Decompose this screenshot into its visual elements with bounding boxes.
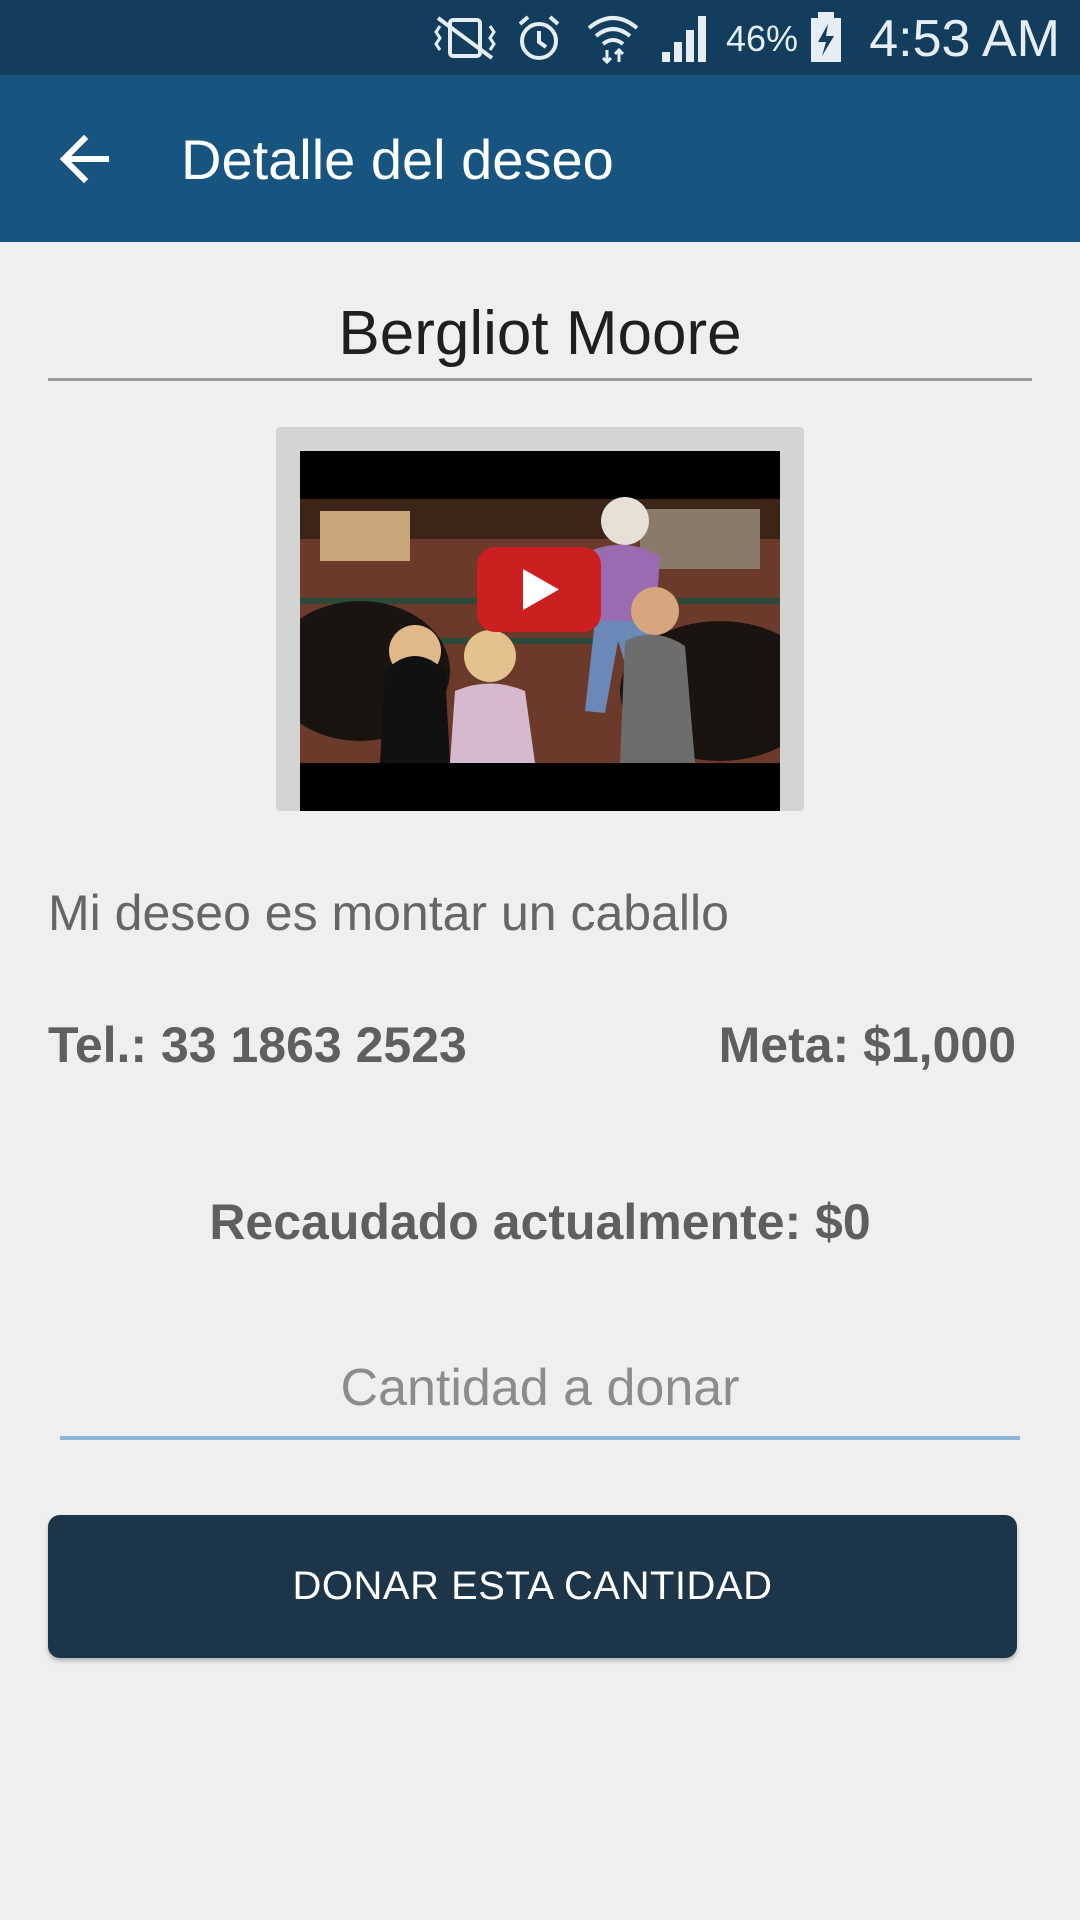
status-bar: 46% 4:53 AM <box>0 0 1080 75</box>
battery-charging-icon <box>811 12 841 62</box>
status-clock: 4:53 AM <box>869 10 1060 68</box>
vibrate-mute-icon <box>434 16 496 60</box>
alarm-icon <box>518 15 560 60</box>
wish-description: Mi deseo es montar un caballo <box>48 885 729 941</box>
signal-icon <box>662 16 706 62</box>
wifi-icon <box>587 16 639 64</box>
wisher-name: Bergliot Moore <box>338 299 742 368</box>
back-button[interactable] <box>44 119 124 199</box>
page-title: Detalle del deseo <box>181 128 614 191</box>
name-divider <box>48 378 1032 381</box>
raised-amount: Recaudado actualmente: $0 <box>209 1194 871 1250</box>
play-button[interactable] <box>477 547 601 632</box>
battery-percent: 46% <box>726 18 799 59</box>
donation-amount-input[interactable] <box>60 1340 1020 1440</box>
goal-amount: Meta: $1,000 <box>718 1017 1016 1073</box>
donate-button[interactable]: DONAR ESTA CANTIDAD <box>48 1515 1017 1658</box>
arrow-left-icon <box>59 134 109 184</box>
phone-number: Tel.: 33 1863 2523 <box>48 1017 467 1073</box>
app-bar: Detalle del deseo <box>0 75 1080 242</box>
